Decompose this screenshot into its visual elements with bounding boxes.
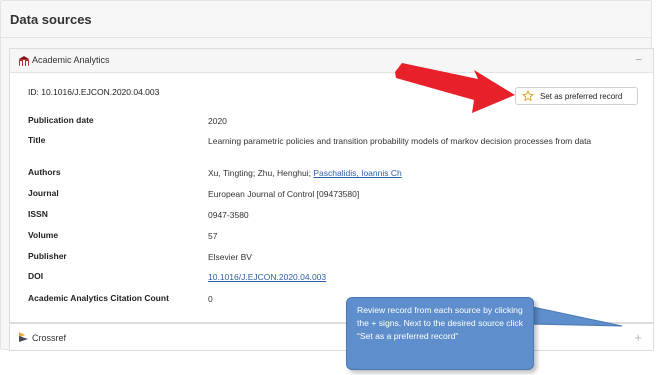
red-arrow-icon: [395, 63, 515, 113]
instruction-callout: Review record from each source by clicki…: [346, 297, 534, 370]
annotation-overlay: [395, 63, 623, 327]
callout-pointer: [527, 305, 623, 327]
